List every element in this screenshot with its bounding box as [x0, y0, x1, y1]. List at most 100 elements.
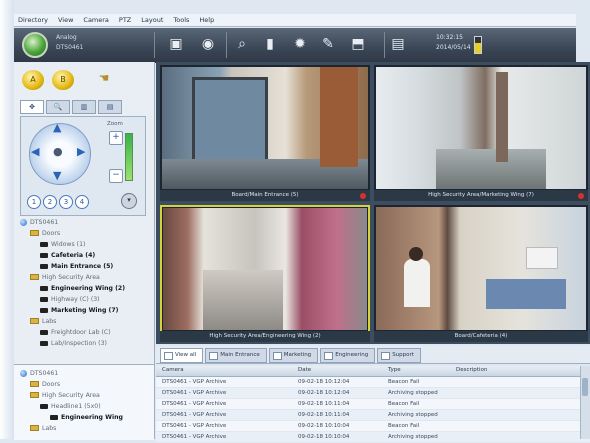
tree-item[interactable]: Cafeteria (4)	[20, 250, 148, 261]
recording-indicator	[578, 193, 584, 199]
tab-main-entrance[interactable]: Main Entrance	[205, 348, 267, 363]
menu-directory[interactable]: Directory	[18, 16, 48, 24]
tab-support[interactable]: Support	[377, 348, 421, 363]
scene-wall-panel	[320, 67, 358, 167]
column-header-description[interactable]: Description	[456, 367, 487, 373]
zoom-search-icon[interactable]: ⌕	[232, 34, 252, 54]
menu-tools[interactable]: Tools	[173, 16, 189, 24]
zoom-in-button[interactable]: +	[109, 131, 123, 145]
camera-icon	[40, 241, 48, 247]
record-icon[interactable]: ◉	[198, 34, 218, 54]
preset-3-button[interactable]: 3	[59, 195, 73, 209]
tree-item[interactable]: DTS0461	[20, 217, 148, 228]
camera-snapshot-icon[interactable]: ▣	[166, 34, 186, 54]
tree-item[interactable]: High Security Area	[20, 272, 148, 283]
tab-engineering[interactable]: Engineering	[320, 348, 376, 363]
export-icon[interactable]: ⬒	[348, 34, 368, 54]
column-header-date[interactable]: Date	[298, 367, 311, 373]
preset-2-button[interactable]: 2	[43, 195, 57, 209]
tree-item-label: Engineering Wing (2)	[51, 285, 126, 292]
scrollbar-thumb[interactable]	[582, 378, 588, 396]
zoom-level-bar	[125, 133, 133, 181]
ptz-left-icon[interactable]: ◀	[31, 145, 39, 158]
tab-search[interactable]: 🔍	[46, 100, 70, 114]
quick-access-button-a[interactable]: A	[22, 70, 44, 90]
zoom-out-button[interactable]: −	[109, 169, 123, 183]
table-row[interactable]: DTS0461 - VGP Archive 09-02-18 10:12:04 Ar…	[156, 388, 590, 399]
recording-indicator	[360, 193, 366, 199]
table-row[interactable]: DTS0461 - VGP Archive 09-02-18 10:12:04 Be…	[156, 377, 590, 388]
tree-item[interactable]: Engineering Wing	[20, 412, 148, 423]
menu-help[interactable]: Help	[199, 16, 214, 24]
column-header-camera[interactable]: Camera	[162, 367, 184, 373]
video-tile-cafeteria[interactable]: Board/Cafeteria (4)	[374, 205, 588, 342]
camera-icon	[40, 340, 48, 346]
tab-ptz[interactable]: ✥	[20, 100, 44, 114]
preset-1-button[interactable]: 1	[27, 195, 41, 209]
tree-item[interactable]: DTS0461	[20, 368, 148, 379]
menu-view[interactable]: View	[58, 16, 73, 24]
hand-icon[interactable]: ☚	[94, 68, 114, 88]
ptz-down-icon[interactable]: ▼	[53, 169, 61, 182]
tree-item[interactable]: Headline1 (5x0)	[20, 401, 148, 412]
tree-item[interactable]: Marketing Wing (7)	[20, 305, 148, 316]
tree-item[interactable]: Doors	[20, 228, 148, 239]
camera-icon	[40, 296, 48, 302]
tree-item[interactable]: Lab/Inspection (3)	[20, 338, 148, 349]
tab-view-all[interactable]: View all	[160, 348, 204, 363]
video-tile-engineering-wing[interactable]: High Security Area/Engineering Wing (2)	[160, 205, 370, 342]
table-row[interactable]: DTS0461 - VGP Archive 09-02-18 10:11:04 Ar…	[156, 410, 590, 421]
tree-item-label: Doors	[42, 230, 61, 237]
tree-item-label: High Security Area	[42, 274, 100, 281]
event-log-scrollbar[interactable]	[580, 366, 590, 439]
menu-layout[interactable]: Layout	[141, 16, 163, 24]
tree-item-label: DTS0461	[30, 370, 59, 377]
tree-item[interactable]: Freightdoor Lab (C)	[20, 327, 148, 338]
battery-level	[475, 43, 481, 53]
video-caption: Board/Cafeteria (4)	[374, 331, 588, 342]
tab-list[interactable]: ▤	[98, 100, 122, 114]
tree-item[interactable]: Labs	[20, 316, 148, 327]
preset-4-button[interactable]: 4	[75, 195, 89, 209]
table-cell: DTS0461 - VGP Archive	[162, 434, 227, 440]
tree-item[interactable]: High Security Area	[20, 390, 148, 401]
ptz-right-icon[interactable]: ▶	[77, 145, 85, 158]
site-status: Analog	[56, 34, 77, 41]
edit-icon[interactable]: ✎	[318, 34, 338, 54]
video-caption: High Security Area/Engineering Wing (2)	[160, 331, 370, 342]
quick-access-button-b[interactable]: B	[52, 70, 74, 90]
tree-item[interactable]: Widows (1)	[20, 239, 148, 250]
menu-ptz[interactable]: PTZ	[119, 16, 131, 24]
globe-icon	[20, 218, 27, 226]
video-tile-main-entrance[interactable]: Board/Main Entrance (5)	[160, 65, 370, 201]
tree-item[interactable]: Labs	[20, 423, 148, 434]
tree-item[interactable]: Doors	[20, 379, 148, 390]
table-row[interactable]: DTS0461 - VGP Archive 09-02-18 10:10:04 Be…	[156, 421, 590, 432]
menu-camera[interactable]: Camera	[83, 16, 109, 24]
table-cell: DTS0461 - VGP Archive	[162, 401, 227, 407]
column-header-type[interactable]: Type	[388, 367, 401, 373]
table-row[interactable]: DTS0461 - VGP Archive 09-02-18 10:11:04 Be…	[156, 399, 590, 410]
scene-corridor-floor	[436, 149, 546, 189]
video-tile-marketing-wing[interactable]: High Security Area/Marketing Wing (7)	[374, 65, 588, 201]
ptz-center-icon[interactable]: ●	[53, 145, 63, 158]
camera-icon	[40, 285, 48, 291]
remote-icon[interactable]: ▮	[260, 34, 280, 54]
layout-icon[interactable]: ▤	[388, 34, 408, 54]
clock-date: 2014/05/14	[436, 44, 471, 51]
ptz-up-icon[interactable]: ▲	[53, 121, 61, 134]
preset-more-button[interactable]: ▾	[121, 193, 137, 209]
scene-person	[404, 259, 430, 307]
tree-item[interactable]: Engineering Wing (2)	[20, 283, 148, 294]
ptz-control: ▲ ▼ ◀ ▶ ● Zoom + − 1 2 3 4 ▾	[20, 116, 146, 216]
tree-item-label: Cafeteria (4)	[51, 252, 96, 259]
tree-item-label: Freightdoor Lab (C)	[51, 329, 111, 336]
settings-gear-icon[interactable]: ✹	[290, 34, 310, 54]
tab-layout[interactable]: ▥	[72, 100, 96, 114]
tree-item[interactable]: Highway (C) (3)	[20, 294, 148, 305]
scene-table	[486, 279, 566, 309]
table-row[interactable]: DTS0461 - VGP Archive 09-02-18 10:10:04 Ar…	[156, 432, 590, 443]
tab-marketing[interactable]: Marketing	[268, 348, 319, 363]
home-icon[interactable]	[22, 32, 48, 58]
tree-item[interactable]: Main Entrance (5)	[20, 261, 148, 272]
